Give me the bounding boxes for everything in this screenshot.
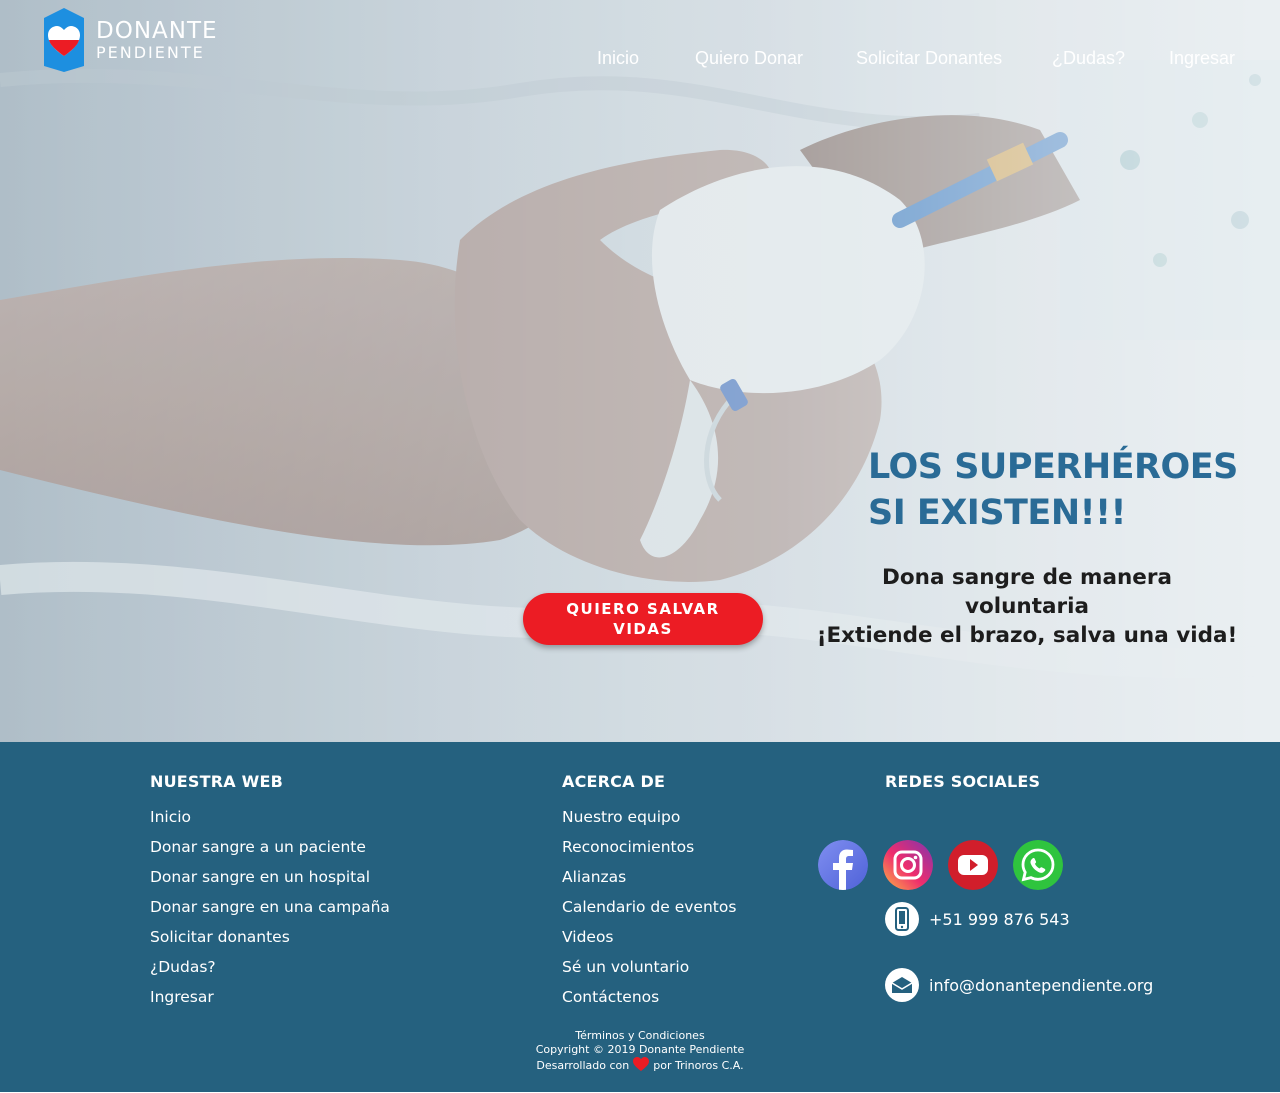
footer-about-links: Nuestro equipo Reconocimientos Alianzas … — [562, 806, 736, 1016]
nav-item-inicio[interactable]: Inicio — [597, 48, 639, 69]
credits: Desarrollado con por Trinoros C.A. — [0, 1057, 1280, 1073]
footer-social-title: REDES SOCIALES — [885, 772, 1041, 791]
mail-icon — [885, 968, 919, 1002]
brand-logo[interactable]: DONANTE PENDIENTE — [40, 8, 218, 72]
list-item: Ingresar — [150, 986, 390, 1016]
nav-item-dudas[interactable]: ¿Dudas? — [1052, 48, 1125, 69]
footer-link-videos[interactable]: Videos — [562, 928, 614, 946]
footer-link-calendario[interactable]: Calendario de eventos — [562, 898, 736, 916]
list-item: Calendario de eventos — [562, 896, 736, 926]
contact-email[interactable]: info@donantependiente.org — [885, 968, 1153, 1002]
footer-web-title: NUESTRA WEB — [150, 772, 283, 791]
list-item: Donar sangre a un paciente — [150, 836, 390, 866]
footer-link-dudas[interactable]: ¿Dudas? — [150, 958, 216, 976]
nav-item-solicitar-donantes[interactable]: Solicitar Donantes — [856, 48, 1002, 69]
list-item: Alianzas — [562, 866, 736, 896]
whatsapp-icon[interactable] — [1013, 840, 1063, 890]
list-item: Donar sangre en una campaña — [150, 896, 390, 926]
footer-link-ingresar[interactable]: Ingresar — [150, 988, 214, 1006]
footer-web-links: Inicio Donar sangre a un paciente Donar … — [150, 806, 390, 1016]
footer-link-donar-hospital[interactable]: Donar sangre en un hospital — [150, 868, 370, 886]
youtube-icon[interactable] — [948, 840, 998, 890]
list-item: Contáctenos — [562, 986, 736, 1016]
heart-shield-icon — [44, 8, 84, 72]
footer-link-contactenos[interactable]: Contáctenos — [562, 988, 659, 1006]
hero-banner: DONANTE PENDIENTE Inicio Quiero Donar So… — [0, 0, 1280, 742]
social-links — [818, 840, 1078, 890]
nav-item-quiero-donar[interactable]: Quiero Donar — [695, 48, 803, 69]
nav-item-ingresar[interactable]: Ingresar — [1169, 48, 1235, 69]
footer-link-solicitar-donantes[interactable]: Solicitar donantes — [150, 928, 290, 946]
facebook-icon[interactable] — [818, 840, 868, 890]
hero-sub-line2: voluntaria — [964, 594, 1090, 619]
footer-link-reconocimientos[interactable]: Reconocimientos — [562, 838, 694, 856]
footer-link-inicio[interactable]: Inicio — [150, 808, 191, 826]
hero-headline: LOS SUPERHÉROES SI EXISTEN!!! — [868, 444, 1268, 536]
list-item: ¿Dudas? — [150, 956, 390, 986]
brand-name-line2: PENDIENTE — [96, 42, 205, 62]
footer-link-alianzas[interactable]: Alianzas — [562, 868, 626, 886]
hero-sub-line1: Dona sangre de manera — [882, 565, 1172, 590]
list-item: Inicio — [150, 806, 390, 836]
list-item: Nuestro equipo — [562, 806, 736, 836]
list-item: Reconocimientos — [562, 836, 736, 866]
copyright-text: Copyright © 2019 Donante Pendiente — [535, 1043, 745, 1056]
site-footer: NUESTRA WEB Inicio Donar sangre a un pac… — [0, 742, 1280, 1092]
contact-email-address: info@donantependiente.org — [929, 975, 1154, 995]
contact-phone-number: +51 999 876 543 — [929, 909, 1070, 929]
credits-suffix: por Trinoros C.A. — [653, 1059, 744, 1072]
save-lives-button[interactable]: QUIERO SALVAR VIDAS — [523, 593, 763, 645]
credits-prefix: Desarrollado con — [536, 1059, 630, 1072]
hero-sub-line3: ¡Extiende el brazo, salva una vida! — [816, 623, 1238, 648]
terms-link[interactable]: Términos y Condiciones — [575, 1029, 704, 1042]
list-item: Donar sangre en un hospital — [150, 866, 390, 896]
phone-icon — [885, 902, 919, 936]
hero-headline-line1: LOS SUPERHÉROES — [868, 447, 1238, 487]
footer-about-title: ACERCA DE — [562, 772, 666, 791]
hero-headline-line2: SI EXISTEN!!! — [868, 493, 1127, 533]
footer-link-equipo[interactable]: Nuestro equipo — [562, 808, 680, 826]
list-item: Videos — [562, 926, 736, 956]
contact-phone[interactable]: +51 999 876 543 — [885, 902, 1070, 936]
hero-subheadline: Dona sangre de manera voluntaria ¡Extien… — [800, 563, 1254, 650]
footer-link-donar-paciente[interactable]: Donar sangre a un paciente — [150, 838, 366, 856]
brand-name-line1: DONANTE — [96, 17, 218, 44]
footer-legal: Términos y Condiciones Copyright © 2019 … — [0, 1029, 1280, 1073]
instagram-icon[interactable] — [883, 840, 933, 890]
footer-link-donar-campana[interactable]: Donar sangre en una campaña — [150, 898, 390, 916]
heart-icon — [633, 1057, 650, 1071]
list-item: Solicitar donantes — [150, 926, 390, 956]
footer-link-voluntario[interactable]: Sé un voluntario — [562, 958, 689, 976]
list-item: Sé un voluntario — [562, 956, 736, 986]
